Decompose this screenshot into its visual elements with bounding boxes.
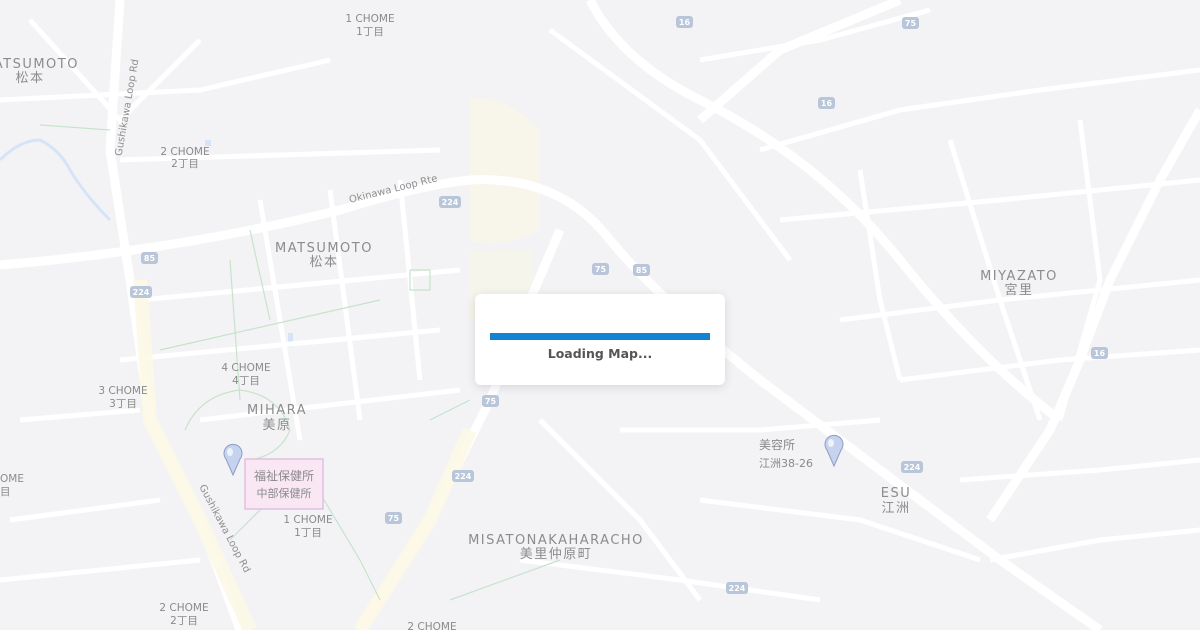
chome-label: 2 CHOME — [407, 621, 456, 630]
svg-text:目: 目 — [0, 486, 11, 498]
svg-text:2丁目: 2丁目 — [170, 615, 198, 627]
svg-text:16: 16 — [1094, 349, 1106, 358]
route-shield: 224 — [130, 286, 152, 298]
svg-text:224: 224 — [729, 584, 746, 593]
svg-text:松本: 松本 — [309, 255, 338, 270]
svg-text:2丁目: 2丁目 — [171, 158, 199, 170]
poi-health-center[interactable]: 福祉保健所 中部保健所 — [244, 458, 324, 510]
route-shield: 16 — [1091, 347, 1108, 359]
route-shield: 85 — [141, 252, 158, 264]
svg-text:1 CHOME: 1 CHOME — [345, 13, 394, 25]
svg-text:宮里: 宮里 — [1004, 282, 1033, 298]
svg-text:2 CHOME: 2 CHOME — [159, 602, 208, 614]
route-shield: 75 — [482, 395, 499, 407]
poi-sublabel: 江洲38-26 — [759, 457, 813, 470]
svg-text:75: 75 — [388, 514, 400, 523]
route-shield: 16 — [676, 16, 693, 28]
svg-text:ESU: ESU — [881, 486, 911, 501]
route-shield: 75 — [902, 17, 919, 29]
progress-bar-fill — [490, 333, 710, 340]
svg-text:4 CHOME: 4 CHOME — [221, 362, 270, 374]
route-shield: 224 — [901, 461, 923, 473]
route-shield: 224 — [726, 582, 748, 594]
poi-label: 美容所 — [759, 437, 795, 452]
svg-text:MIYAZATO: MIYAZATO — [980, 269, 1058, 284]
progress-bar — [490, 333, 710, 340]
loading-text: Loading Map... — [547, 346, 653, 361]
svg-text:MATSUMOTO: MATSUMOTO — [275, 241, 373, 256]
svg-text:江洲: 江洲 — [881, 501, 910, 516]
svg-text:75: 75 — [485, 397, 497, 406]
poi-label: 福祉保健所 — [254, 468, 314, 483]
svg-text:3丁目: 3丁目 — [109, 398, 137, 410]
svg-text:85: 85 — [636, 266, 648, 275]
route-shield: 85 — [633, 264, 650, 276]
svg-text:OME: OME — [0, 473, 24, 485]
svg-text:75: 75 — [905, 19, 917, 28]
svg-text:MATSUMOTO: MATSUMOTO — [0, 57, 79, 72]
svg-text:MISATONAKAHARACHO: MISATONAKAHARACHO — [468, 533, 644, 548]
svg-text:2 CHOME: 2 CHOME — [160, 146, 209, 158]
svg-text:85: 85 — [144, 254, 156, 263]
svg-text:松本: 松本 — [15, 71, 44, 86]
svg-text:MIHARA: MIHARA — [247, 403, 307, 418]
svg-text:75: 75 — [595, 265, 607, 274]
svg-text:美里仲原町: 美里仲原町 — [520, 547, 593, 562]
svg-text:4丁目: 4丁目 — [232, 375, 260, 387]
svg-text:16: 16 — [821, 99, 833, 108]
svg-text:3 CHOME: 3 CHOME — [98, 385, 147, 397]
poi-box — [244, 458, 324, 510]
svg-text:1丁目: 1丁目 — [294, 527, 322, 539]
area-label: ESU 江洲 — [881, 486, 911, 516]
loading-dialog: Loading Map... — [475, 294, 725, 385]
svg-text:2 CHOME: 2 CHOME — [407, 621, 456, 630]
route-shield: 224 — [452, 470, 474, 482]
poi-beauty-salon[interactable]: 美容所 江洲38-26 — [752, 436, 822, 474]
svg-text:美原: 美原 — [262, 418, 291, 433]
svg-text:224: 224 — [133, 288, 150, 297]
route-shield: 16 — [818, 97, 835, 109]
route-shield: 75 — [592, 263, 609, 275]
svg-text:1 CHOME: 1 CHOME — [283, 514, 332, 526]
svg-text:1丁目: 1丁目 — [356, 26, 384, 38]
route-shield: 75 — [385, 512, 402, 524]
svg-text:224: 224 — [455, 472, 472, 481]
svg-text:224: 224 — [442, 198, 459, 207]
svg-text:16: 16 — [679, 18, 691, 27]
poi-sublabel: 中部保健所 — [257, 486, 312, 500]
route-shield: 224 — [439, 196, 461, 208]
svg-text:224: 224 — [904, 463, 921, 472]
